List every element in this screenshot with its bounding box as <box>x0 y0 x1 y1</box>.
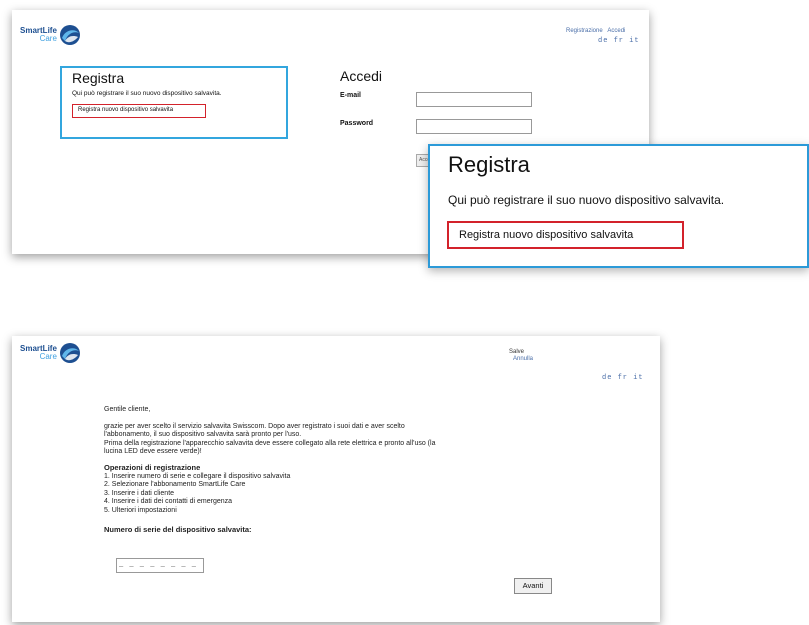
lang-fr[interactable]: fr <box>614 37 624 45</box>
register-zoom-callout: Registra Qui può registrare il suo nuovo… <box>428 144 809 268</box>
step-item: 5. Ulteriori impostazioni <box>104 506 177 514</box>
greeting-link: Salve <box>509 349 525 355</box>
zoom-register-description: Qui può registrare il suo nuovo disposit… <box>448 193 725 207</box>
cancel-link[interactable]: Annulla <box>509 356 533 363</box>
intro-line: grazie per aver scelto il servizio salva… <box>104 422 405 430</box>
intro-line: l'abbonamento, il suo dispositivo salvav… <box>104 431 302 439</box>
register-new-device-link[interactable]: Registra nuovo dispositivo salvavita <box>72 104 206 118</box>
smartlife-care-logo: SmartLife Care <box>20 24 81 46</box>
top-links: Registrazione Accedi <box>566 28 625 34</box>
register-section-highlight: Registra Qui può registrare il suo nuovo… <box>60 66 288 139</box>
step-item: 4. Inserire i dati dei contatti di emerg… <box>104 498 233 506</box>
step-item: 2. Selezionare l'abbonamento SmartLife C… <box>104 481 246 489</box>
logo-line2: Care <box>39 352 57 361</box>
password-field[interactable] <box>416 119 532 134</box>
password-label: Password <box>340 120 374 127</box>
lang-it[interactable]: it <box>633 374 643 382</box>
language-switcher: de fr it <box>598 37 640 45</box>
lang-it[interactable]: it <box>629 37 639 45</box>
smartlife-care-logo: SmartLife Care <box>20 342 81 364</box>
logo-swirl-icon <box>59 25 80 45</box>
serial-number-input[interactable]: _ _ _ _ _ _ _ _ <box>116 558 204 573</box>
lang-de[interactable]: de <box>602 374 612 382</box>
zoom-register-new-device-link[interactable]: Registra nuovo dispositivo salvavita <box>447 221 684 249</box>
logo-swirl-icon <box>59 343 80 363</box>
step-item: 1. Inserire numero di serie e collegare … <box>104 472 291 480</box>
email-label: E-mail <box>340 92 362 99</box>
login-title: Accedi <box>340 68 383 84</box>
intro-line: lucina LED deve essere verde)! <box>104 448 202 456</box>
language-switcher: de fr it <box>602 374 644 382</box>
registration-link[interactable]: Registrazione <box>566 28 603 34</box>
lang-de[interactable]: de <box>598 37 608 45</box>
register-title: Registra <box>72 70 125 86</box>
email-field[interactable] <box>416 92 532 107</box>
intro-line: Prima della registrazione l'apparecchio … <box>104 439 436 447</box>
register-description: Qui può registrare il suo nuovo disposit… <box>72 90 222 97</box>
zoom-register-title: Registra <box>448 152 530 177</box>
registration-intro: Gentile cliente, grazie per aver scelto … <box>104 406 435 534</box>
serial-label: Numero di serie del dispositivo salvavit… <box>104 524 252 534</box>
lang-fr[interactable]: fr <box>618 374 628 382</box>
greeting: Gentile cliente, <box>104 406 151 413</box>
next-button[interactable]: Avanti <box>514 578 552 594</box>
top-links: Salve Annulla <box>509 349 533 363</box>
logo-line2: Care <box>39 34 57 43</box>
login-link[interactable]: Accedi <box>607 28 625 34</box>
steps-title: Operazioni di registrazione <box>104 462 201 472</box>
serial-number-screenshot: SmartLife Care Salve Annulla de fr it Ge… <box>12 336 660 622</box>
step-item: 3. Inserire i dati cliente <box>104 489 175 497</box>
